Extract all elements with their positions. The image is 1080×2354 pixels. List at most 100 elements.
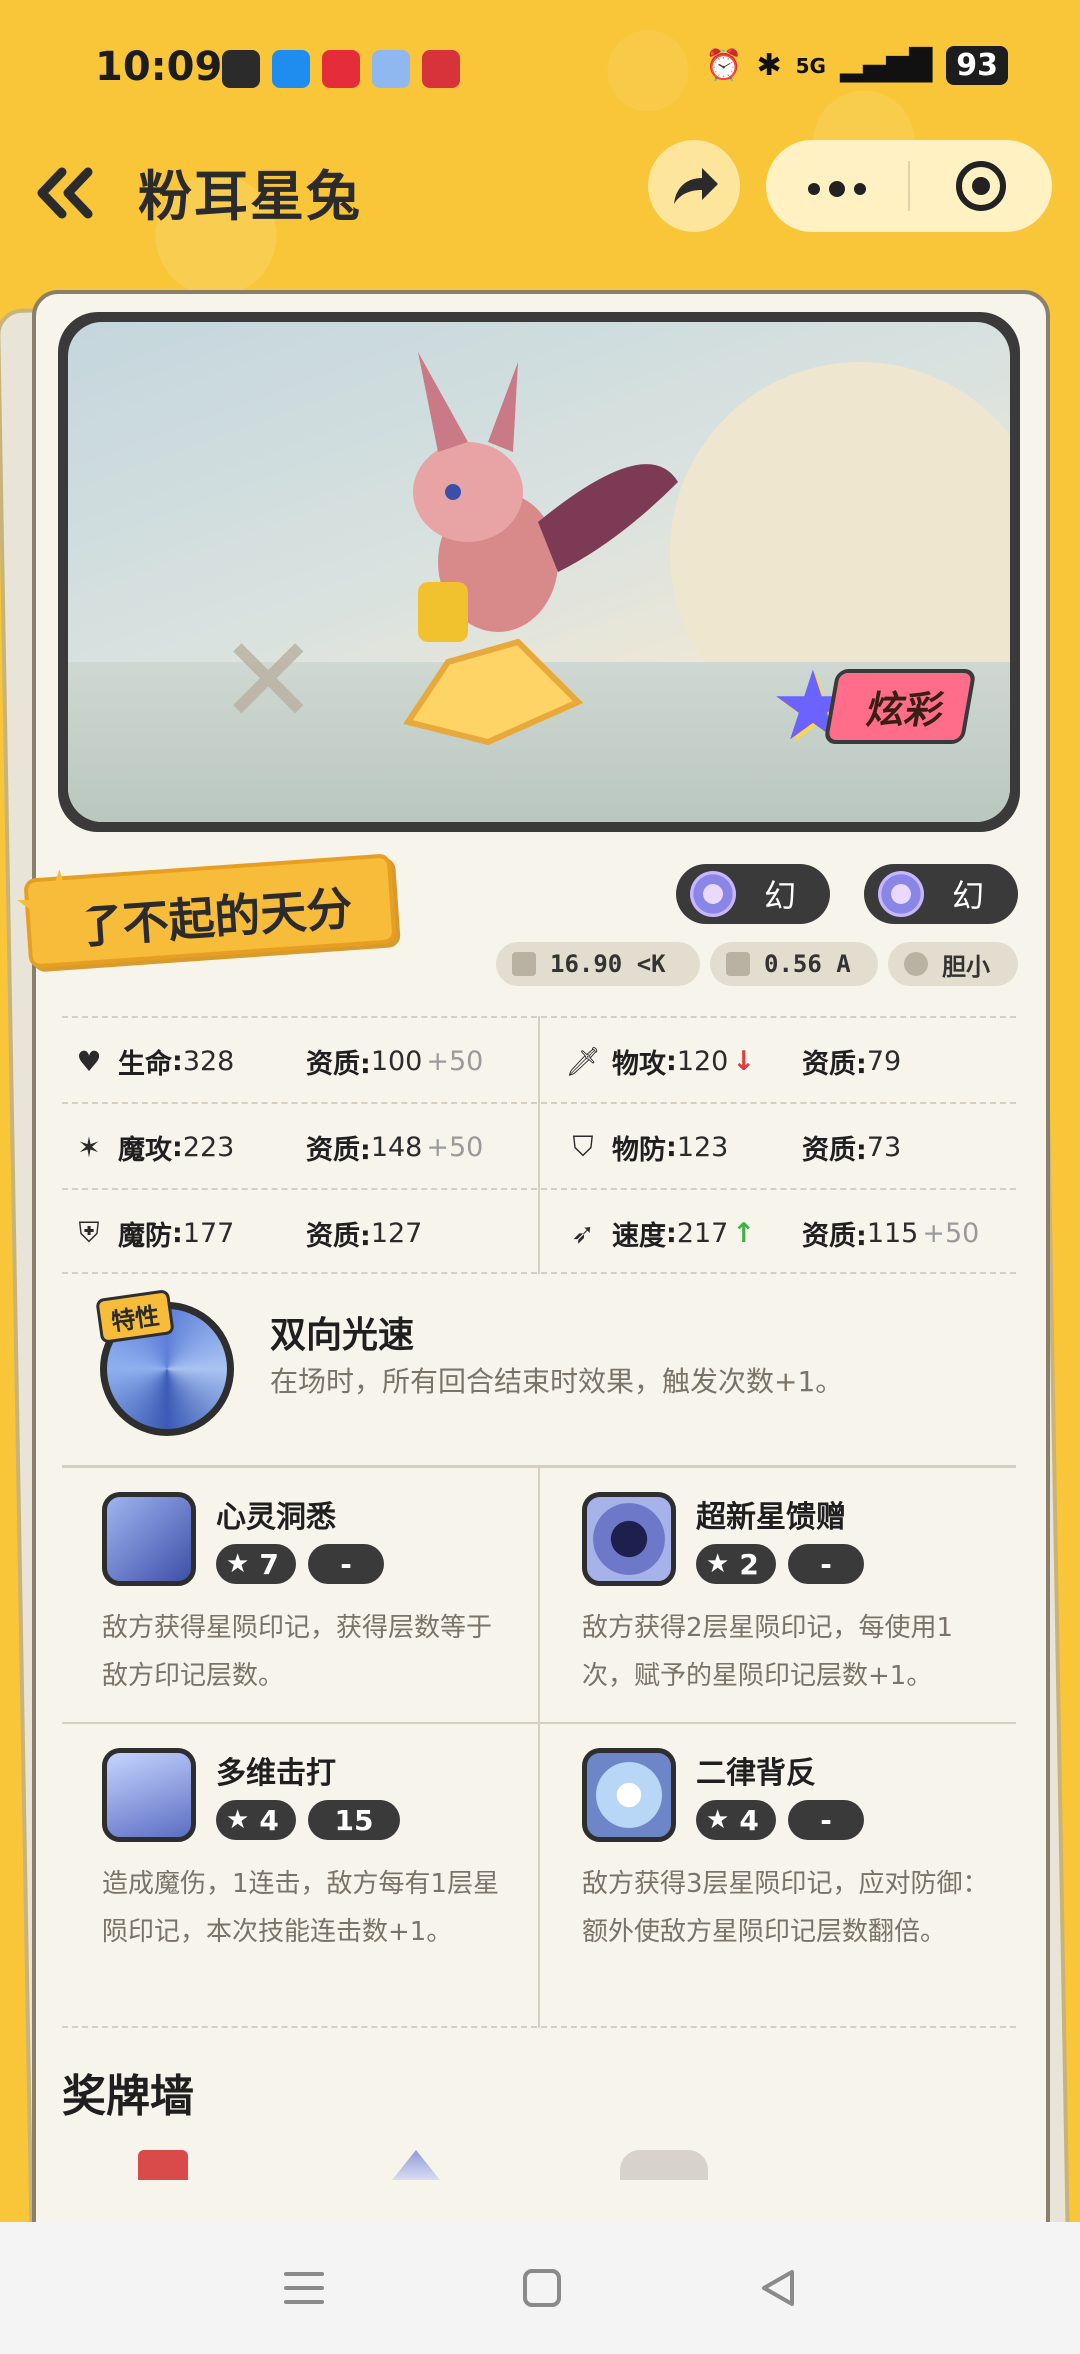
ability-section[interactable]: 特性 双向光速 在场时，所有回合结束时效果，触发次数+1。 — [62, 1274, 1016, 1468]
skill-name: 二律背反 — [696, 1756, 816, 1791]
medal-icon[interactable] — [620, 2150, 708, 2180]
skills-divider — [62, 2026, 1016, 2028]
windmill-decoration: ✕ — [218, 612, 319, 751]
stat-hp: ♥ 生命: 328 — [72, 1018, 234, 1104]
skill-card[interactable]: 二律背反 ★ 4 - 敌方获得3层星陨印记，应对防御：额外使敌方星陨印记层数翻倍。 — [542, 1724, 1012, 1974]
app-notification-icon — [222, 50, 260, 88]
nature-value: 胆小 — [942, 952, 990, 981]
skill-cost: ★ 4 — [696, 1800, 776, 1840]
stat-value: 123 — [676, 1131, 729, 1163]
ruler-icon — [726, 952, 750, 976]
more-dots-icon — [808, 181, 866, 197]
aptitude-value: 73 — [866, 1131, 902, 1163]
skill-power: - — [788, 1544, 864, 1584]
medal-wall-title: 奖牌墙 — [62, 2071, 194, 2122]
skill-icon — [582, 1492, 676, 1586]
aptitude-label: 资质: — [306, 1048, 371, 1080]
skill-card[interactable]: 多维击打 ★ 4 15 造成魔伤，1连击，敌方每有1层星陨印记，本次技能连击数+1… — [62, 1724, 532, 1974]
skill-cost: ★ 4 — [216, 1800, 296, 1840]
more-button[interactable] — [766, 163, 908, 209]
heart-icon: ♥ — [76, 1044, 102, 1078]
illusion-attribute-icon — [690, 871, 736, 917]
stat-value: 120 — [676, 1045, 729, 1077]
skill-description: 敌方获得星陨印记，获得层数等于敌方印记层数。 — [102, 1613, 493, 1691]
app-notification-icon — [372, 50, 410, 88]
pet-illustration: ✕ ★ 炫彩 — [68, 322, 1010, 822]
skill-cost-value: 2 — [739, 1547, 759, 1581]
skill-card[interactable]: 心灵洞悉 ★ 7 - 敌方获得星陨印记，获得层数等于敌方印记层数。 — [62, 1468, 532, 1718]
stat-name: 魔攻 — [118, 1134, 172, 1166]
magic-wand-icon: ✶ — [77, 1130, 101, 1164]
wing-speed-icon: ➶ — [571, 1216, 595, 1250]
star-icon: ★ — [706, 1549, 730, 1579]
stat-speed: ➶ 速度: 217 ↑ — [566, 1190, 755, 1276]
stat-aptitude: 资质: 115 +50 — [802, 1190, 979, 1276]
skill-name: 超新星馈赠 — [696, 1500, 846, 1535]
notification-icons — [222, 50, 460, 88]
aptitude-value: 100 — [370, 1045, 423, 1077]
mini-program-capsule — [766, 140, 1052, 232]
illusion-attribute-icon — [878, 871, 924, 917]
aptitude-bonus: +50 — [426, 1045, 484, 1077]
stat-name: 速度 — [612, 1220, 666, 1252]
star-icon: ★ — [226, 1805, 250, 1835]
status-bar: 10:09 ⏰ ✱ 5G ▂▄▆█ 93 — [0, 0, 1080, 140]
stat-physical-attack: 🗡 物攻: 120 ↓ — [565, 1018, 755, 1104]
attribute-pill[interactable]: 幻 — [864, 864, 1018, 924]
stat-name: 魔防 — [118, 1220, 172, 1252]
skill-icon — [582, 1748, 676, 1842]
aptitude-label: 资质: — [802, 1048, 867, 1080]
height-chip: 0.56 A — [710, 942, 878, 986]
skills-divider — [538, 1468, 540, 2028]
skill-cost-value: 7 — [259, 1547, 279, 1581]
skill-card[interactable]: 超新星馈赠 ★ 2 - 敌方获得2层星陨印记，每使用1次，赋予的星陨印记层数+1。 — [542, 1468, 1012, 1718]
ability-name: 双向光速 — [270, 1315, 415, 1356]
stat-row: ♥ 生命: 328 资质: 100 +50 🗡 物攻: 120 ↓ 资质: 79 — [62, 1016, 1016, 1102]
star-badge-icon — [904, 952, 928, 976]
skill-name: 心灵洞悉 — [216, 1500, 336, 1535]
stat-row: ✶ 魔攻: 223 资质: 148 +50 ⛉ 物防: 123 资质: 73 — [62, 1102, 1016, 1188]
shield-icon: ⛉ — [572, 1130, 594, 1163]
skill-power: - — [788, 1800, 864, 1840]
aptitude-label: 资质: — [802, 1134, 867, 1166]
skill-description: 敌方获得3层星陨印记，应对防御：额外使敌方星陨印记层数翻倍。 — [582, 1869, 989, 1947]
aptitude-label: 资质: — [802, 1220, 867, 1252]
stat-value: 328 — [182, 1045, 235, 1077]
back-button[interactable] — [30, 158, 100, 228]
share-button[interactable] — [648, 140, 740, 232]
close-mini-program-button[interactable] — [910, 158, 1052, 214]
ability-description: 在场时，所有回合结束时效果，触发次数+1。 — [270, 1365, 844, 1398]
back-nav-button[interactable] — [748, 2258, 808, 2318]
nature-chip: 胆小 — [888, 942, 1018, 986]
medal-icon[interactable] — [138, 2150, 188, 2180]
stat-value: 223 — [182, 1131, 235, 1163]
stat-aptitude: 资质: 79 — [802, 1018, 901, 1104]
aptitude-value: 148 — [370, 1131, 423, 1163]
skill-power: - — [308, 1544, 384, 1584]
share-arrow-icon — [674, 168, 718, 204]
stat-magic-defense: ⛨ 魔防: 177 — [72, 1190, 234, 1276]
attribute-pill[interactable]: 幻 — [676, 864, 830, 924]
aptitude-value: 79 — [866, 1045, 902, 1077]
shiny-badge-label: 炫彩 — [823, 668, 977, 744]
aptitude-bonus: +50 — [922, 1217, 980, 1249]
status-time: 10:09 — [95, 44, 223, 90]
recent-apps-button[interactable] — [274, 2258, 334, 2318]
trend-down-icon: ↓ — [732, 1045, 755, 1077]
skill-cost: ★ 2 — [696, 1544, 776, 1584]
stat-name: 物攻 — [612, 1048, 666, 1080]
height-value: 0.56 A — [764, 950, 851, 978]
weight-icon — [512, 952, 536, 976]
alarm-icon: ⏰ — [705, 48, 743, 83]
stat-aptitude: 资质: 100 +50 — [306, 1018, 483, 1104]
stat-value: 217 — [676, 1217, 729, 1249]
battery-indicator: 93 — [946, 46, 1008, 85]
stat-aptitude: 资质: 148 +50 — [306, 1104, 483, 1190]
weight-value: 16.90 <K — [550, 950, 666, 978]
signal-icon: ▂▄▆█ — [839, 48, 933, 83]
target-circle-icon — [956, 161, 1006, 211]
app-notification-icon — [322, 50, 360, 88]
home-button[interactable] — [512, 2258, 572, 2318]
page-title: 粉耳星兔 — [138, 165, 362, 228]
stat-name: 生命 — [118, 1048, 172, 1080]
